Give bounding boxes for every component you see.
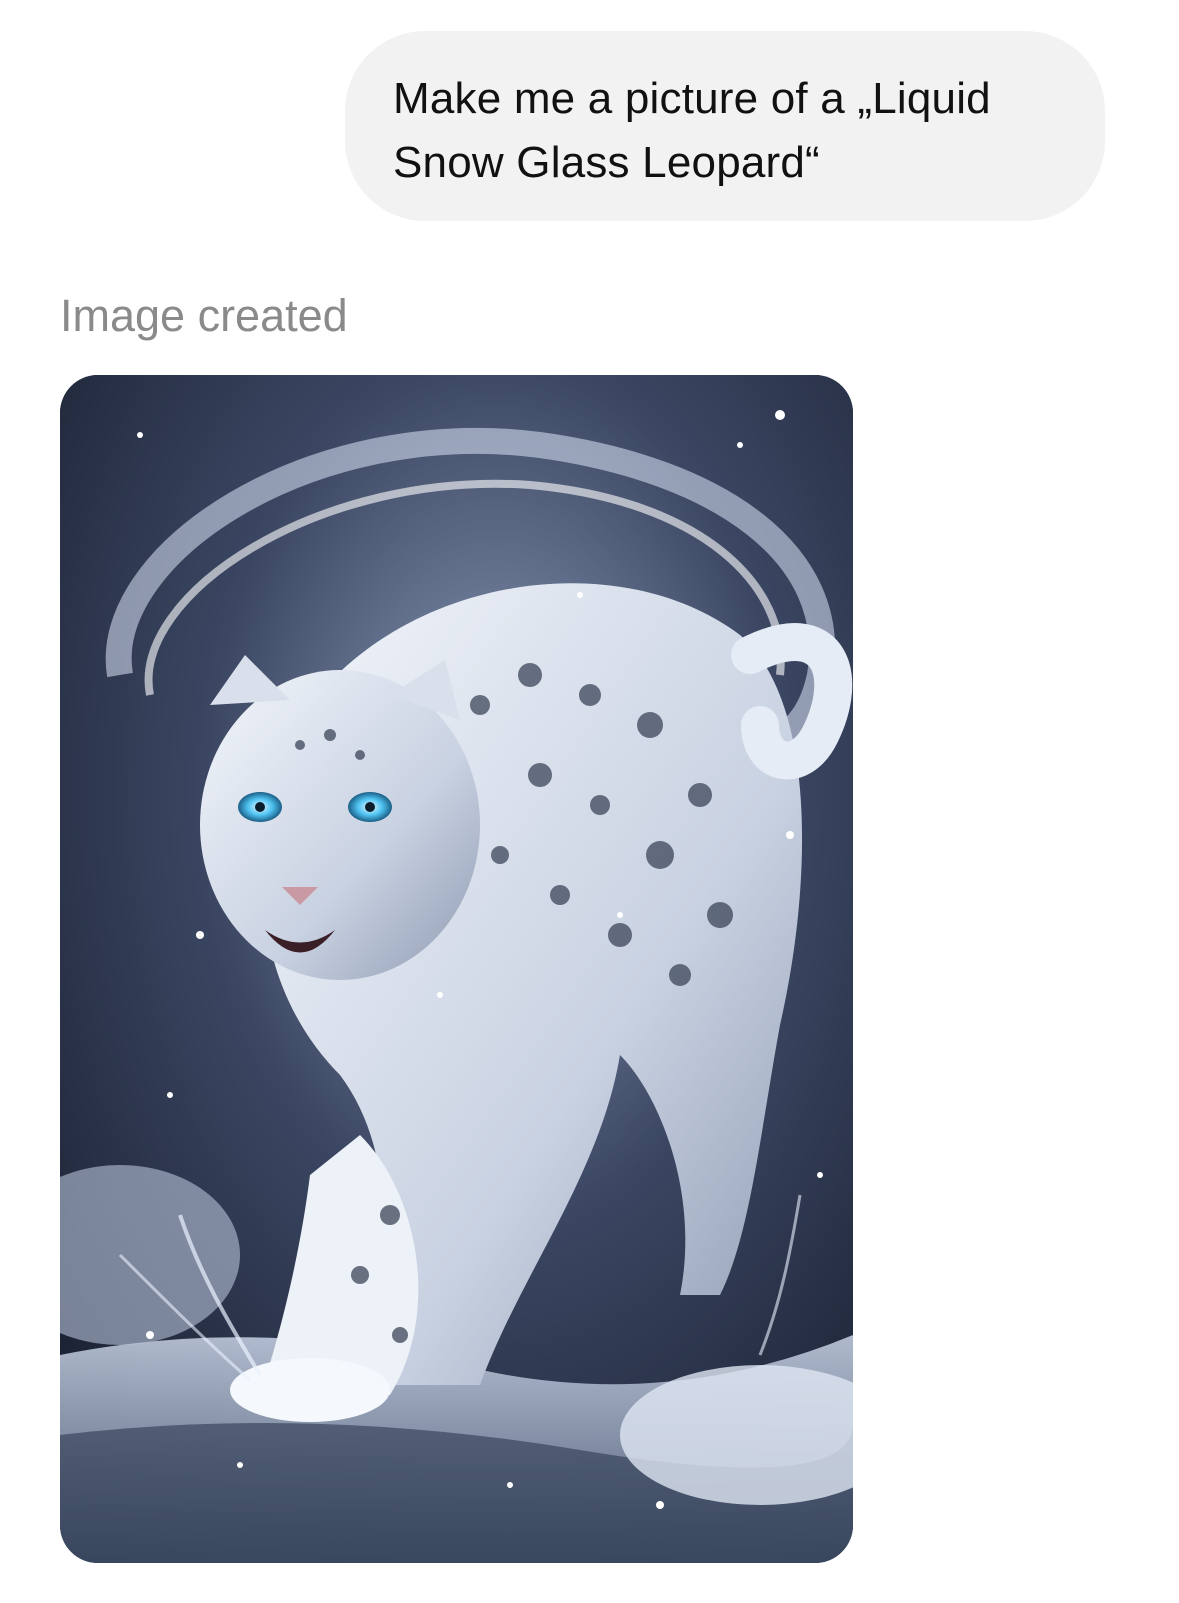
- snow-leopard-image: [60, 375, 853, 1563]
- image-status-label: Image created: [60, 290, 348, 341]
- user-message-text: Make me a picture of a „Liquid Snow Glas…: [393, 74, 991, 187]
- chat-thread: Make me a picture of a „Liquid Snow Glas…: [0, 0, 1179, 1603]
- generated-image[interactable]: [60, 375, 853, 1563]
- user-message-bubble: Make me a picture of a „Liquid Snow Glas…: [345, 31, 1105, 221]
